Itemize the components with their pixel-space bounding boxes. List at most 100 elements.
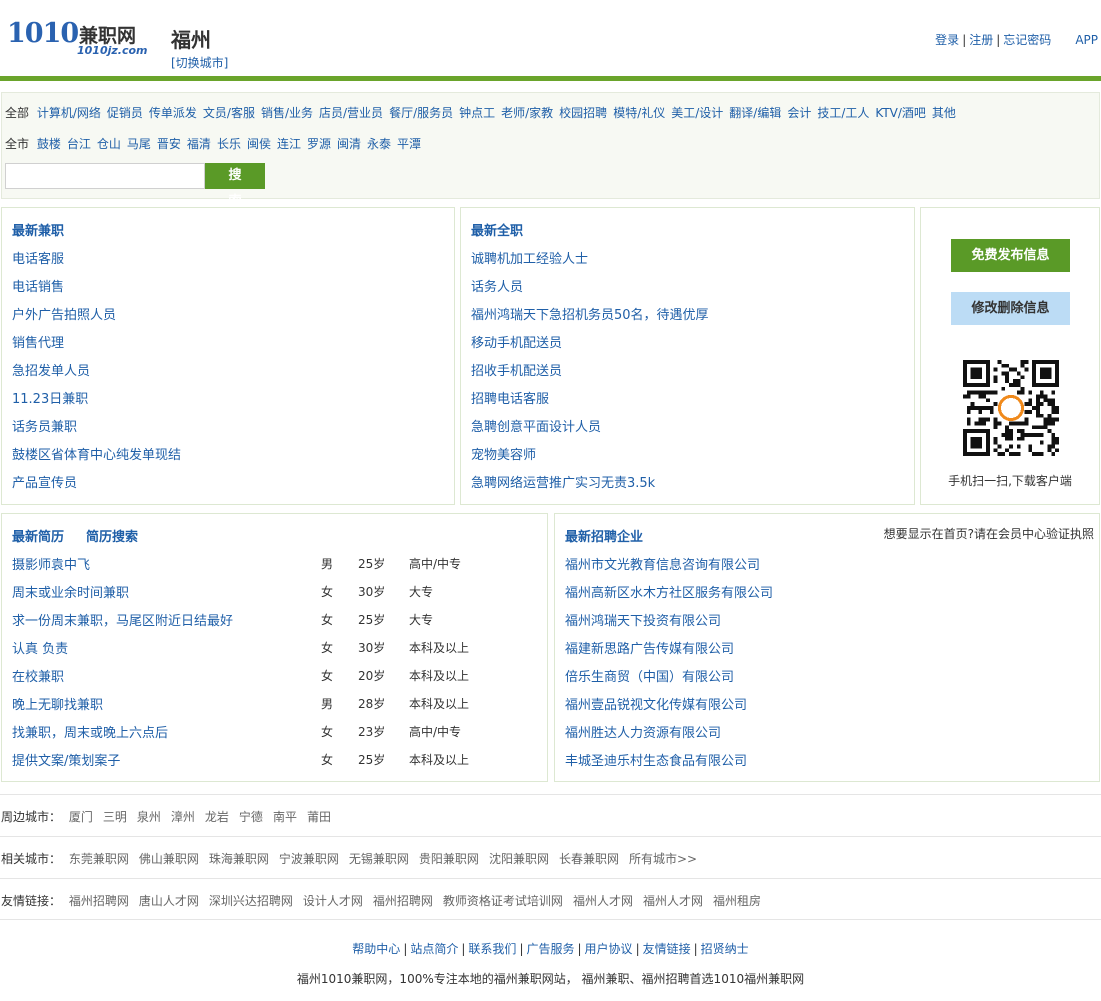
company-link[interactable]: 福州胜达人力资源有限公司 [565, 722, 721, 741]
related-city-link[interactable]: 贵阳兼职网 [419, 852, 479, 866]
nearby-city-link[interactable]: 三明 [103, 810, 127, 824]
parttime-job-link[interactable]: 销售代理 [12, 332, 64, 351]
district-link[interactable]: 仓山 [97, 137, 121, 151]
resume-title-link[interactable]: 晚上无聊找兼职 [12, 694, 103, 713]
category-link[interactable]: 校园招聘 [559, 106, 607, 120]
category-link[interactable]: KTV/酒吧 [875, 106, 926, 120]
company-link[interactable]: 丰城圣迪乐村生态食品有限公司 [565, 750, 747, 769]
latest-companies-title[interactable]: 最新招聘企业 [565, 526, 643, 545]
footer-link[interactable]: 站点简介 [410, 942, 458, 956]
fulltime-job-link[interactable]: 急聘创意平面设计人员 [471, 416, 601, 435]
company-link[interactable]: 福州鸿瑞天下投资有限公司 [565, 610, 721, 629]
category-link[interactable]: 餐厅/服务员 [389, 106, 453, 120]
footer-link[interactable]: 招贤纳士 [701, 942, 749, 956]
category-link[interactable]: 老师/家教 [501, 106, 553, 120]
district-link[interactable]: 晋安 [157, 137, 181, 151]
district-link[interactable]: 闽侯 [247, 137, 271, 151]
district-link[interactable]: 罗源 [307, 137, 331, 151]
fulltime-job-link[interactable]: 招收手机配送员 [471, 360, 562, 379]
related-city-link[interactable]: 所有城市>> [629, 852, 697, 866]
category-link[interactable]: 计算机/网络 [37, 106, 101, 120]
nearby-city-link[interactable]: 泉州 [137, 810, 161, 824]
footer-link[interactable]: 联系我们 [468, 942, 516, 956]
resume-title-link[interactable]: 认真 负责 [12, 638, 68, 657]
publish-button[interactable]: 免费发布信息 [951, 239, 1070, 272]
resume-title-link[interactable]: 找兼职，周末或晚上六点后 [12, 722, 168, 741]
nearby-city-link[interactable]: 漳州 [171, 810, 195, 824]
nearby-city-link[interactable]: 龙岩 [205, 810, 229, 824]
app-link[interactable]: APP [1075, 33, 1098, 47]
district-all[interactable]: 全市 [5, 137, 29, 151]
fulltime-job-link[interactable]: 福州鸿瑞天下急招机务员50名，待遇优厚 [471, 304, 709, 323]
parttime-job-link[interactable]: 鼓楼区省体育中心纯发单现结 [12, 444, 181, 463]
related-city-link[interactable]: 东莞兼职网 [69, 852, 129, 866]
district-link[interactable]: 福清 [187, 137, 211, 151]
category-link[interactable]: 销售/业务 [261, 106, 313, 120]
footer-link[interactable]: 用户协议 [585, 942, 633, 956]
parttime-job-link[interactable]: 产品宣传员 [12, 472, 77, 491]
category-link[interactable]: 其他 [932, 106, 956, 120]
related-city-link[interactable]: 沈阳兼职网 [489, 852, 549, 866]
search-button[interactable]: 搜 索 [205, 163, 265, 209]
register-link[interactable]: 注册 [969, 33, 993, 47]
district-link[interactable]: 长乐 [217, 137, 241, 151]
edit-delete-button[interactable]: 修改删除信息 [951, 292, 1070, 325]
district-link[interactable]: 鼓楼 [37, 137, 61, 151]
friend-link[interactable]: 福州租房 [713, 894, 761, 908]
related-city-link[interactable]: 佛山兼职网 [139, 852, 199, 866]
category-link[interactable]: 促销员 [107, 106, 143, 120]
related-city-link[interactable]: 宁波兼职网 [279, 852, 339, 866]
district-link[interactable]: 平潭 [397, 137, 421, 151]
district-link[interactable]: 台江 [67, 137, 91, 151]
friend-link[interactable]: 设计人才网 [303, 894, 363, 908]
footer-link[interactable]: 广告服务 [526, 942, 574, 956]
category-link[interactable]: 店员/营业员 [319, 106, 383, 120]
resume-title-link[interactable]: 摄影师袁中飞 [12, 554, 90, 573]
login-link[interactable]: 登录 [935, 33, 959, 47]
friend-link[interactable]: 教师资格证考试培训网 [443, 894, 563, 908]
category-link[interactable]: 会计 [787, 106, 811, 120]
nearby-city-link[interactable]: 莆田 [307, 810, 331, 824]
latest-fulltime-title[interactable]: 最新全职 [471, 220, 523, 239]
parttime-job-link[interactable]: 急招发单人员 [12, 360, 90, 379]
related-city-link[interactable]: 无锡兼职网 [349, 852, 409, 866]
category-link[interactable]: 文员/客服 [203, 106, 255, 120]
forgot-password-link[interactable]: 忘记密码 [1003, 33, 1051, 47]
district-link[interactable]: 连江 [277, 137, 301, 151]
category-link[interactable]: 美工/设计 [671, 106, 723, 120]
fulltime-job-link[interactable]: 宠物美容师 [471, 444, 536, 463]
district-link[interactable]: 永泰 [367, 137, 391, 151]
category-link[interactable]: 翻译/编辑 [729, 106, 781, 120]
switch-city-link[interactable]: [切换城市] [171, 54, 228, 71]
parttime-job-link[interactable]: 户外广告拍照人员 [12, 304, 116, 323]
category-link[interactable]: 模特/礼仪 [613, 106, 665, 120]
friend-link[interactable]: 唐山人才网 [139, 894, 199, 908]
related-city-link[interactable]: 长春兼职网 [559, 852, 619, 866]
company-link[interactable]: 福州市文光教育信息咨询有限公司 [565, 554, 760, 573]
friend-link[interactable]: 福州人才网 [573, 894, 633, 908]
resume-title-link[interactable]: 提供文案/策划案子 [12, 750, 120, 769]
category-link[interactable]: 技工/工人 [817, 106, 869, 120]
nearby-city-link[interactable]: 厦门 [69, 810, 93, 824]
friend-link[interactable]: 福州人才网 [643, 894, 703, 908]
company-link[interactable]: 福州壹品锐视文化传媒有限公司 [565, 694, 747, 713]
parttime-job-link[interactable]: 11.23日兼职 [12, 388, 88, 407]
fulltime-job-link[interactable]: 移动手机配送员 [471, 332, 562, 351]
friend-link[interactable]: 深圳兴达招聘网 [209, 894, 293, 908]
category-link[interactable]: 传单派发 [149, 106, 197, 120]
parttime-job-link[interactable]: 话务员兼职 [12, 416, 77, 435]
resume-title-link[interactable]: 求一份周末兼职，马尾区附近日结最好 [12, 610, 233, 629]
latest-parttime-title[interactable]: 最新兼职 [12, 220, 64, 239]
footer-link[interactable]: 帮助中心 [352, 942, 400, 956]
district-link[interactable]: 马尾 [127, 137, 151, 151]
footer-link[interactable]: 友情链接 [643, 942, 691, 956]
company-link[interactable]: 福州高新区水木方社区服务有限公司 [565, 582, 773, 601]
site-logo[interactable]: 1010 兼职网 1010jz.com [7, 18, 157, 60]
resume-title-link[interactable]: 在校兼职 [12, 666, 64, 685]
district-link[interactable]: 闽清 [337, 137, 361, 151]
category-link[interactable]: 钟点工 [459, 106, 495, 120]
search-input[interactable] [5, 163, 205, 189]
friend-link[interactable]: 福州招聘网 [373, 894, 433, 908]
nearby-city-link[interactable]: 南平 [273, 810, 297, 824]
resume-title-link[interactable]: 周末或业余时间兼职 [12, 582, 129, 601]
